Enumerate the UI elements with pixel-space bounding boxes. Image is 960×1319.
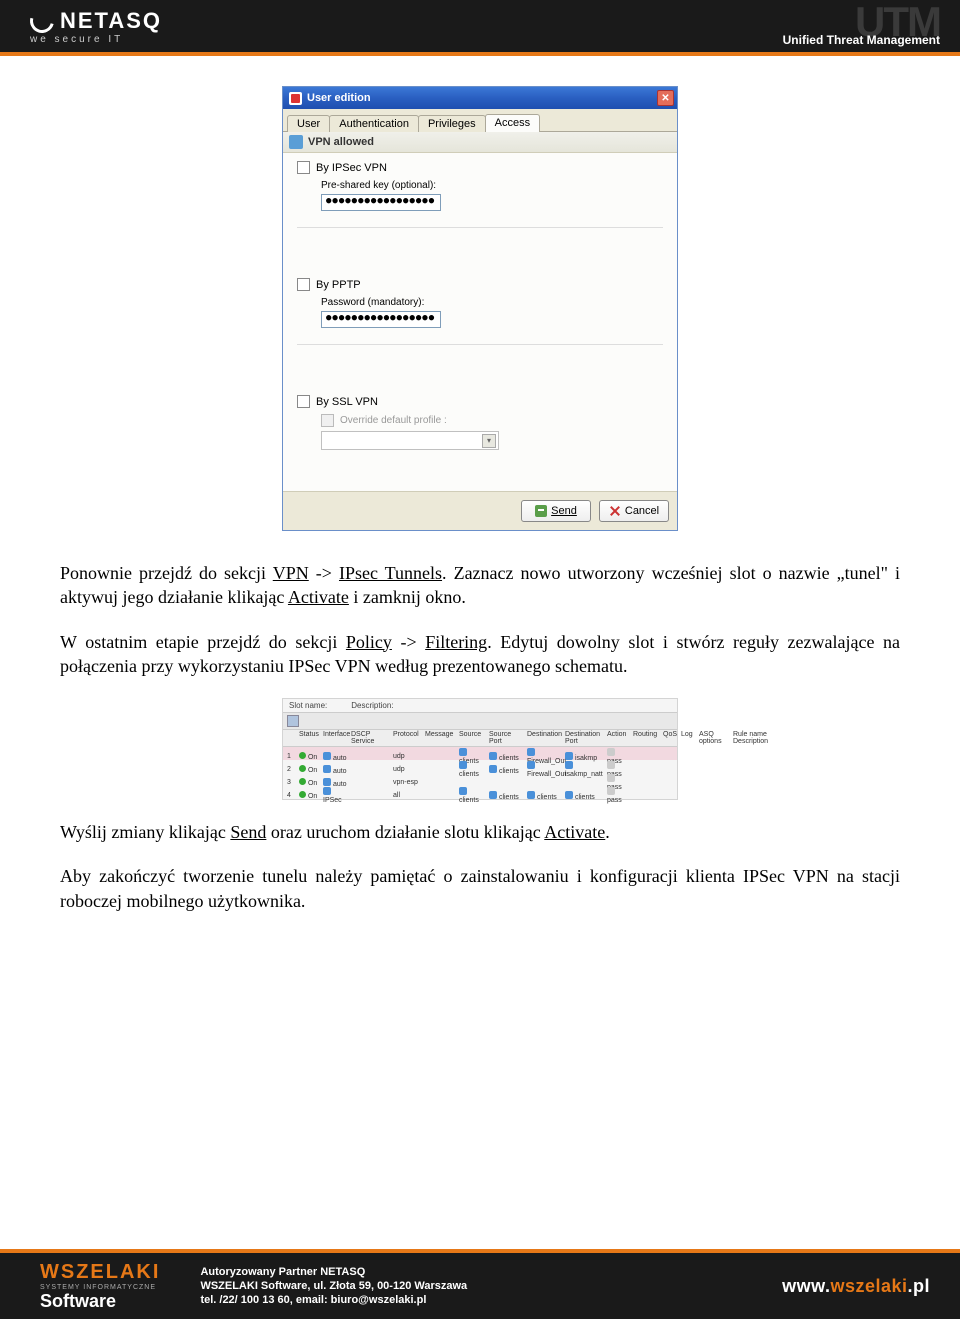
pptp-pass-label: Password (mandatory): <box>321 297 663 308</box>
paragraph-4: Aby zakończyć tworzenie tunelu należy pa… <box>60 864 900 913</box>
vpn-file-icon <box>289 135 303 149</box>
profile-combo[interactable]: ▾ <box>321 431 499 450</box>
logo-bot: Software <box>40 1291 160 1312</box>
paragraph-2: W ostatnim etapie przejdź do sekcji Poli… <box>60 630 900 679</box>
ssl-checkbox[interactable] <box>297 395 310 408</box>
utm-block: UTM Unified Threat Management <box>783 5 940 47</box>
chevron-down-icon: ▾ <box>482 434 496 448</box>
cancel-icon <box>609 505 621 517</box>
filter-row[interactable]: 1 On autoudp clients clients Firewall_Ou… <box>283 747 677 760</box>
footer-address: Autoryzowany Partner NETASQ WSZELAKI Sof… <box>160 1265 782 1308</box>
bottom-banner: WSZELAKI SYSTEMY INFORMATYCZNE Software … <box>0 1249 960 1319</box>
pptp-pass-input[interactable]: ●●●●●●●●●●●●●●●●● <box>321 311 441 328</box>
logo-top: WSZELAKI <box>40 1261 160 1284</box>
ssl-label: By SSL VPN <box>316 396 378 408</box>
paragraph-3: Wyślij zmiany klikając Send oraz uruchom… <box>60 820 900 844</box>
send-label: Send <box>551 505 577 517</box>
tab-user[interactable]: User <box>287 115 330 132</box>
ipsec-label: By IPSec VPN <box>316 162 387 174</box>
addr3: tel. /22/ 100 13 60, email: biuro@wszela… <box>200 1293 782 1307</box>
dialog-footer: Send Cancel <box>283 491 677 530</box>
close-button[interactable]: ✕ <box>657 90 674 106</box>
utm-sub: Unified Threat Management <box>783 33 940 47</box>
user-edition-dialog: User edition ✕ User Authentication Privi… <box>282 86 678 531</box>
netasq-logo: NETASQ we secure IT <box>30 8 162 45</box>
paragraph-1: Ponownie przejdź do sekcji VPN -> IPsec … <box>60 561 900 610</box>
pptp-label: By PPTP <box>316 279 361 291</box>
tab-privileges[interactable]: Privileges <box>418 115 486 132</box>
override-checkbox <box>321 414 334 427</box>
addr1: Autoryzowany Partner NETASQ <box>200 1265 782 1279</box>
brand-tagline: we secure IT <box>30 34 162 45</box>
wszelaki-logo: WSZELAKI SYSTEMY INFORMATYCZNE Software <box>40 1261 160 1312</box>
tab-access[interactable]: Access <box>485 114 540 132</box>
filter-row[interactable]: 4 On IPSecall clients clients clients cl… <box>283 786 677 799</box>
psk-label: Pre-shared key (optional): <box>321 180 663 191</box>
vpn-allowed-header: VPN allowed <box>283 132 677 153</box>
override-label: Override default profile : <box>340 415 447 426</box>
send-button[interactable]: Send <box>521 500 591 522</box>
dialog-titlebar: User edition ✕ <box>283 87 677 109</box>
cancel-button[interactable]: Cancel <box>599 500 669 522</box>
send-icon <box>535 505 547 517</box>
dialog-app-icon <box>289 92 302 105</box>
tab-authentication[interactable]: Authentication <box>329 115 419 132</box>
ipsec-checkbox[interactable] <box>297 161 310 174</box>
top-banner: NETASQ we secure IT UTM Unified Threat M… <box>0 0 960 56</box>
close-icon: ✕ <box>661 93 669 104</box>
description-label: Description: <box>351 701 393 710</box>
cancel-label: Cancel <box>625 505 659 517</box>
pptp-checkbox[interactable] <box>297 278 310 291</box>
filter-columns: Status Interface DSCP Service Protocol M… <box>283 730 677 747</box>
vpn-allowed-label: VPN allowed <box>308 136 374 148</box>
dialog-body: By IPSec VPN Pre-shared key (optional): … <box>283 153 677 491</box>
addr2: WSZELAKI Software, ul. Złota 59, 00-120 … <box>200 1279 782 1293</box>
swoosh-icon <box>26 4 59 37</box>
tabstrip: User Authentication Privileges Access <box>283 109 677 132</box>
brand-text: NETASQ <box>60 8 162 34</box>
slot-name-label: Slot name: <box>289 701 327 710</box>
filter-row[interactable]: 2 On autoudp clients clients Firewall_Ou… <box>283 760 677 773</box>
filter-tool-icon[interactable] <box>287 715 299 727</box>
footer-url: www.wszelaki.pl <box>782 1276 930 1297</box>
psk-input[interactable]: ●●●●●●●●●●●●●●●●● <box>321 194 441 211</box>
dialog-title: User edition <box>307 92 371 104</box>
logo-mid: SYSTEMY INFORMATYCZNE <box>40 1284 160 1291</box>
filtering-table: Slot name: Description: Status Interface… <box>282 698 678 800</box>
filter-toolbar <box>283 712 677 730</box>
